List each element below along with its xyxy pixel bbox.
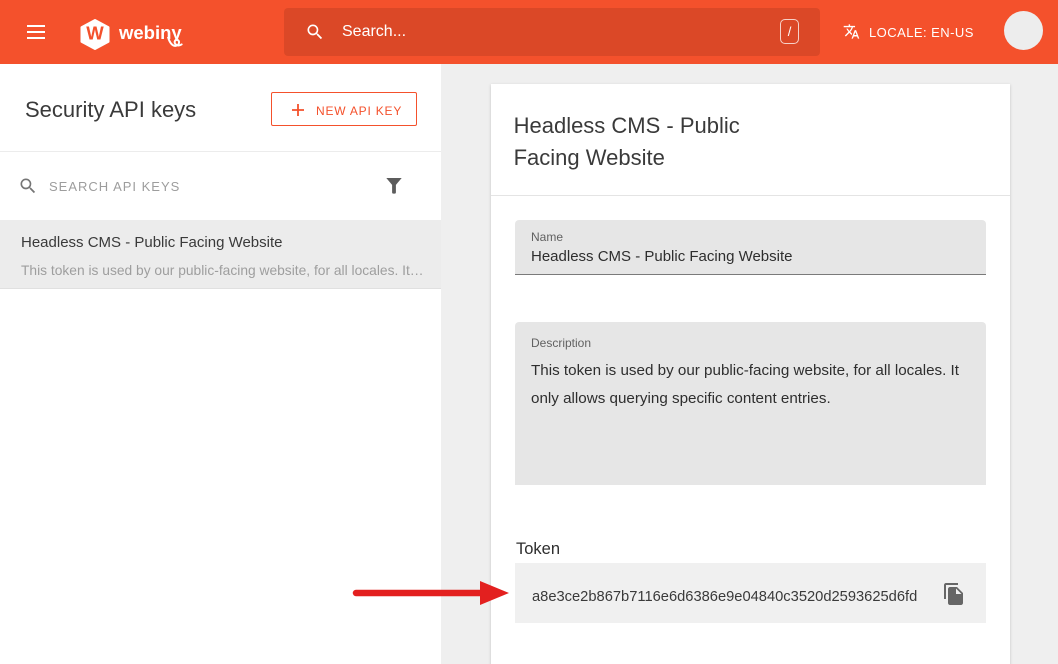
- svg-text:W: W: [86, 23, 104, 44]
